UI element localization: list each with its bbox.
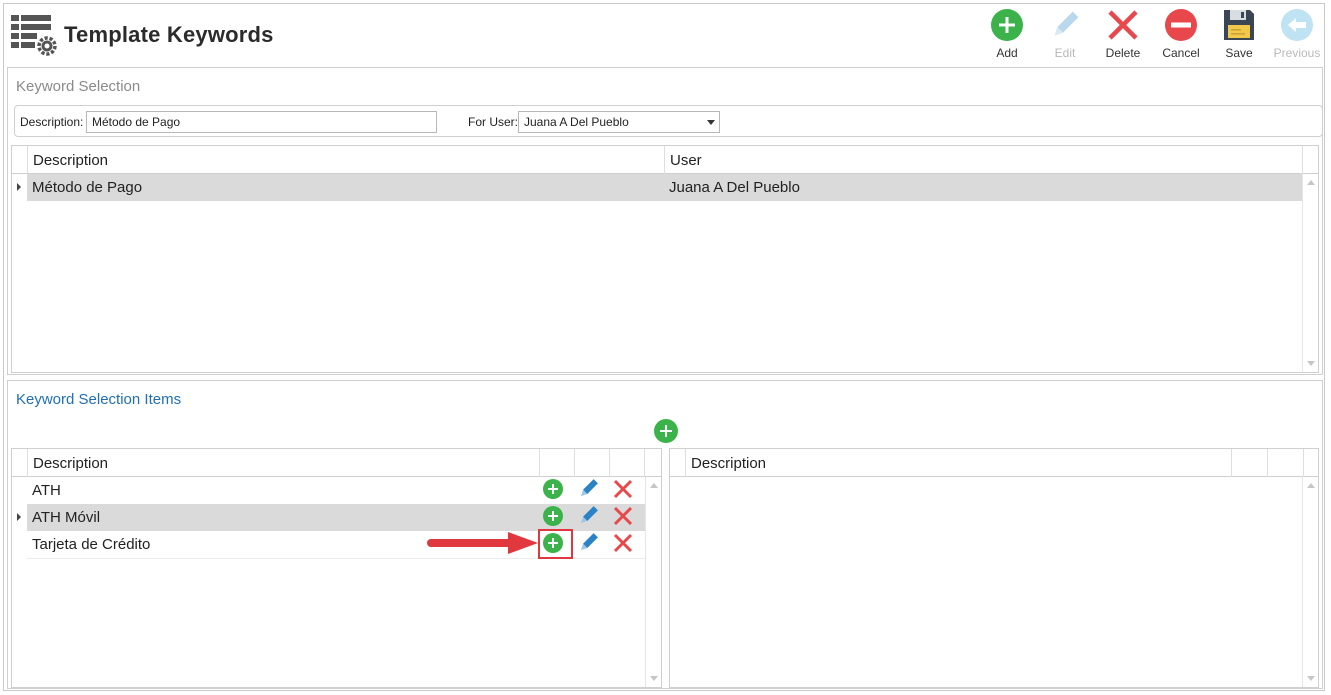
annotation-arrow-icon (427, 532, 538, 554)
filter-bar: Description: Método de Pago For User: Ju… (14, 105, 1323, 137)
vertical-scrollbar[interactable] (1302, 174, 1318, 372)
pencil-icon (1054, 11, 1079, 36)
for-user-label: For User: (468, 115, 519, 129)
list-item[interactable]: ATH Móvil (27, 504, 645, 531)
arrow-left-icon (1281, 9, 1313, 41)
keyword-items-title: Keyword Selection Items (16, 391, 182, 408)
keyword-selection-title: Keyword Selection (16, 78, 141, 95)
current-row-indicator-icon (17, 183, 21, 191)
row-delete-button[interactable] (612, 478, 636, 502)
add-icon (543, 479, 563, 499)
delete-button[interactable]: Delete (1094, 8, 1152, 64)
keyword-items-panel: Keyword Selection Items Description ATH (7, 380, 1323, 689)
row-edit-button[interactable] (577, 532, 601, 556)
description-filter-value: Método de Pago (92, 115, 181, 129)
save-button[interactable]: Save (1210, 8, 1268, 64)
row-description: Método de Pago (32, 179, 143, 196)
scroll-up-icon[interactable] (650, 483, 658, 488)
row-add-button[interactable] (542, 478, 566, 502)
keyword-selection-panel: Keyword Selection Description: Método de… (7, 67, 1323, 375)
add-icon (991, 9, 1023, 41)
column-header-action-1 (1231, 449, 1267, 477)
previous-button[interactable]: Previous (1268, 8, 1326, 64)
previous-button-label: Previous (1273, 46, 1321, 60)
table-row[interactable]: Método de Pago Juana A Del Pueblo (27, 174, 1303, 201)
keyword-items-grid: Description ATH ATH Móvil Tarjeta de Cré… (11, 448, 662, 688)
column-header-filler (1302, 146, 1318, 174)
pencil-icon (580, 506, 598, 524)
save-button-label: Save (1225, 46, 1253, 60)
delete-button-label: Delete (1105, 46, 1141, 60)
grid-header: Description (670, 449, 1318, 477)
list-item[interactable]: ATH (27, 477, 645, 504)
item-description: ATH Móvil (32, 509, 101, 526)
keyword-selection-grid: Description User Método de Pago Juana A … (11, 145, 1319, 373)
window-frame: Template Keywords Add Edit Delete Cancel… (3, 3, 1325, 691)
floppy-disk-icon (1224, 10, 1254, 40)
grid-header: Description User (12, 146, 1318, 174)
column-header-add (539, 449, 574, 477)
scroll-down-icon[interactable] (650, 676, 658, 681)
for-user-value: Juana A Del Pueblo (524, 115, 629, 129)
grid-header: Description (12, 449, 661, 477)
vertical-scrollbar[interactable] (1302, 477, 1318, 687)
for-user-select[interactable]: Juana A Del Pueblo (518, 111, 720, 133)
column-header-delete (609, 449, 644, 477)
item-description: ATH (32, 482, 61, 499)
add-icon (543, 506, 563, 526)
add-item-button[interactable] (653, 418, 679, 444)
row-edit-button[interactable] (577, 478, 601, 502)
description-filter-label: Description: (20, 115, 84, 129)
item-description: Tarjeta de Crédito (32, 536, 151, 553)
x-icon (613, 479, 633, 499)
minus-circle-icon (1165, 9, 1197, 41)
edit-button[interactable]: Edit (1036, 8, 1094, 64)
row-add-button[interactable] (542, 505, 566, 529)
row-delete-button[interactable] (612, 532, 636, 556)
header: Template Keywords Add Edit Delete Cancel… (4, 4, 1326, 66)
chevron-down-icon (707, 120, 715, 125)
x-icon (1108, 10, 1138, 40)
column-header-description[interactable]: Description (27, 449, 539, 477)
page-title: Template Keywords (64, 22, 274, 47)
row-delete-button[interactable] (612, 505, 636, 529)
current-row-indicator-icon (17, 513, 21, 521)
row-user: Juana A Del Pueblo (669, 179, 800, 196)
template-keywords-app-icon (9, 12, 61, 58)
toolbar: Add Edit Delete Cancel Save Previous (978, 8, 1326, 64)
column-header-filler (1303, 449, 1318, 477)
cancel-button[interactable]: Cancel (1152, 8, 1210, 64)
description-filter-input[interactable]: Método de Pago (86, 111, 437, 133)
column-header-filler (644, 449, 661, 477)
row-edit-button[interactable] (577, 505, 601, 529)
highlight-box (538, 529, 573, 559)
edit-button-label: Edit (1054, 46, 1076, 60)
column-header-action-2 (1267, 449, 1303, 477)
scroll-down-icon[interactable] (1307, 361, 1315, 366)
scroll-up-icon[interactable] (1307, 483, 1315, 488)
add-button[interactable]: Add (978, 8, 1036, 64)
add-icon (654, 419, 678, 443)
scroll-down-icon[interactable] (1307, 676, 1315, 681)
x-icon (613, 533, 633, 553)
vertical-scrollbar[interactable] (645, 477, 661, 687)
pencil-icon (580, 533, 598, 551)
column-header-user[interactable]: User (664, 146, 1302, 174)
child-items-grid: Description (669, 448, 1319, 688)
x-icon (613, 506, 633, 526)
pencil-icon (580, 479, 598, 497)
column-header-description[interactable]: Description (27, 146, 667, 174)
add-button-label: Add (996, 46, 1018, 60)
scroll-up-icon[interactable] (1307, 180, 1315, 185)
cancel-button-label: Cancel (1162, 46, 1200, 60)
column-header-edit (574, 449, 609, 477)
column-header-description[interactable]: Description (685, 449, 1231, 477)
